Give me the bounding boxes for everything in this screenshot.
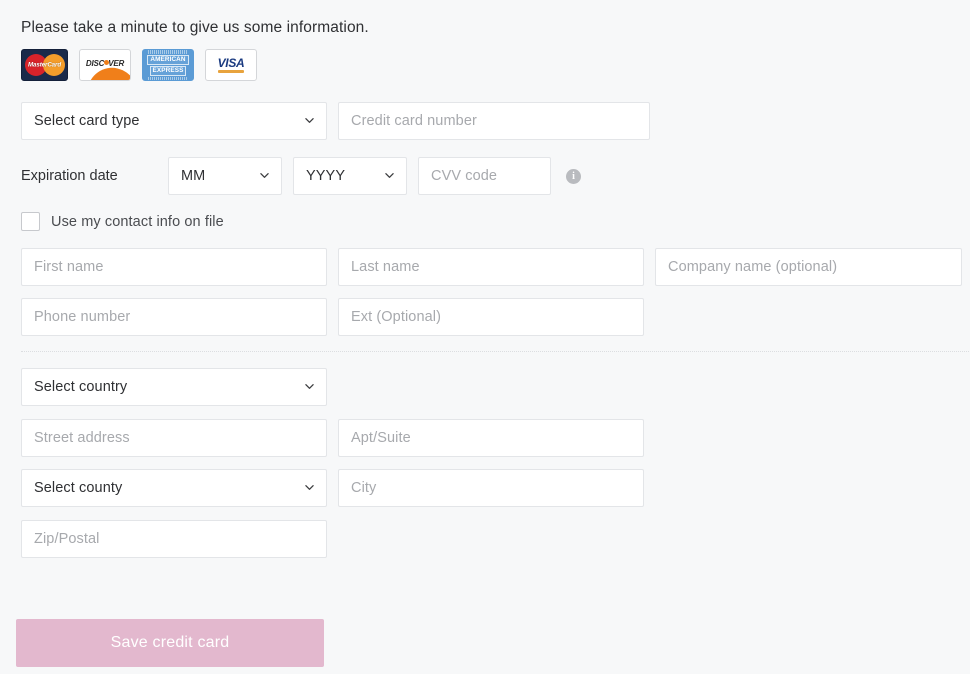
discover-icon-label-right: VER <box>108 59 125 68</box>
company-name-placeholder: Company name (optional) <box>668 259 838 275</box>
county-select[interactable]: Select county <box>21 469 327 507</box>
amex-icon-line2: EXPRESS <box>149 65 187 76</box>
visa-icon: VISA <box>205 49 257 81</box>
cvv-info-icon[interactable]: i <box>566 169 581 184</box>
chevron-down-icon <box>305 483 314 492</box>
extension-input[interactable]: Ext (Optional) <box>338 298 644 336</box>
visa-icon-label: VISA <box>217 56 245 70</box>
apt-suite-input[interactable]: Apt/Suite <box>338 419 644 457</box>
use-contact-info-checkbox[interactable]: Use my contact info on file <box>21 212 224 231</box>
country-select-value: Select country <box>34 379 128 395</box>
zip-postal-input[interactable]: Zip/Postal <box>21 520 327 558</box>
country-select[interactable]: Select country <box>21 368 327 406</box>
first-name-input[interactable]: First name <box>21 248 327 286</box>
use-contact-info-label: Use my contact info on file <box>51 213 224 230</box>
city-input[interactable]: City <box>338 469 644 507</box>
page-title: Please take a minute to give us some inf… <box>21 19 369 36</box>
chevron-down-icon <box>305 116 314 125</box>
credit-card-number-input[interactable]: Credit card number <box>338 102 650 140</box>
credit-card-number-placeholder: Credit card number <box>351 113 477 129</box>
card-type-select[interactable]: Select card type <box>21 102 327 140</box>
company-name-input[interactable]: Company name (optional) <box>655 248 962 286</box>
expiration-year-select[interactable]: YYYY <box>293 157 407 195</box>
extension-placeholder: Ext (Optional) <box>351 309 442 325</box>
cvv-code-placeholder: CVV code <box>431 168 498 184</box>
amex-icon-line1: AMERICAN <box>147 54 189 65</box>
expiration-year-value: YYYY <box>306 168 346 184</box>
card-type-select-value: Select card type <box>34 113 140 129</box>
credit-card-form-page: Please take a minute to give us some inf… <box>0 0 970 674</box>
section-divider <box>21 351 969 353</box>
accepted-cards-strip: MasterCard DISC VER AMERICAN EXPRESS VISA <box>21 49 257 81</box>
phone-number-input[interactable]: Phone number <box>21 298 327 336</box>
street-address-placeholder: Street address <box>34 430 130 446</box>
mastercard-icon-label: MasterCard <box>27 61 62 69</box>
expiration-month-select[interactable]: MM <box>168 157 282 195</box>
save-credit-card-button[interactable]: Save credit card <box>16 619 324 667</box>
discover-icon: DISC VER <box>79 49 131 81</box>
zip-postal-placeholder: Zip/Postal <box>34 531 100 547</box>
expiration-month-value: MM <box>181 168 206 184</box>
checkbox-box-icon[interactable] <box>21 212 40 231</box>
county-select-value: Select county <box>34 480 123 496</box>
chevron-down-icon <box>260 171 269 180</box>
cvv-code-input[interactable]: CVV code <box>418 157 551 195</box>
last-name-input[interactable]: Last name <box>338 248 644 286</box>
first-name-placeholder: First name <box>34 259 104 275</box>
street-address-input[interactable]: Street address <box>21 419 327 457</box>
chevron-down-icon <box>305 382 314 391</box>
city-placeholder: City <box>351 480 377 496</box>
last-name-placeholder: Last name <box>351 259 420 275</box>
expiration-date-label: Expiration date <box>21 168 118 184</box>
chevron-down-icon <box>385 171 394 180</box>
phone-number-placeholder: Phone number <box>34 309 131 325</box>
apt-suite-placeholder: Apt/Suite <box>351 430 411 446</box>
discover-icon-label-left: DISC <box>85 59 105 68</box>
mastercard-icon: MasterCard <box>21 49 68 81</box>
visa-swoosh <box>218 70 244 73</box>
amex-icon: AMERICAN EXPRESS <box>142 49 194 81</box>
